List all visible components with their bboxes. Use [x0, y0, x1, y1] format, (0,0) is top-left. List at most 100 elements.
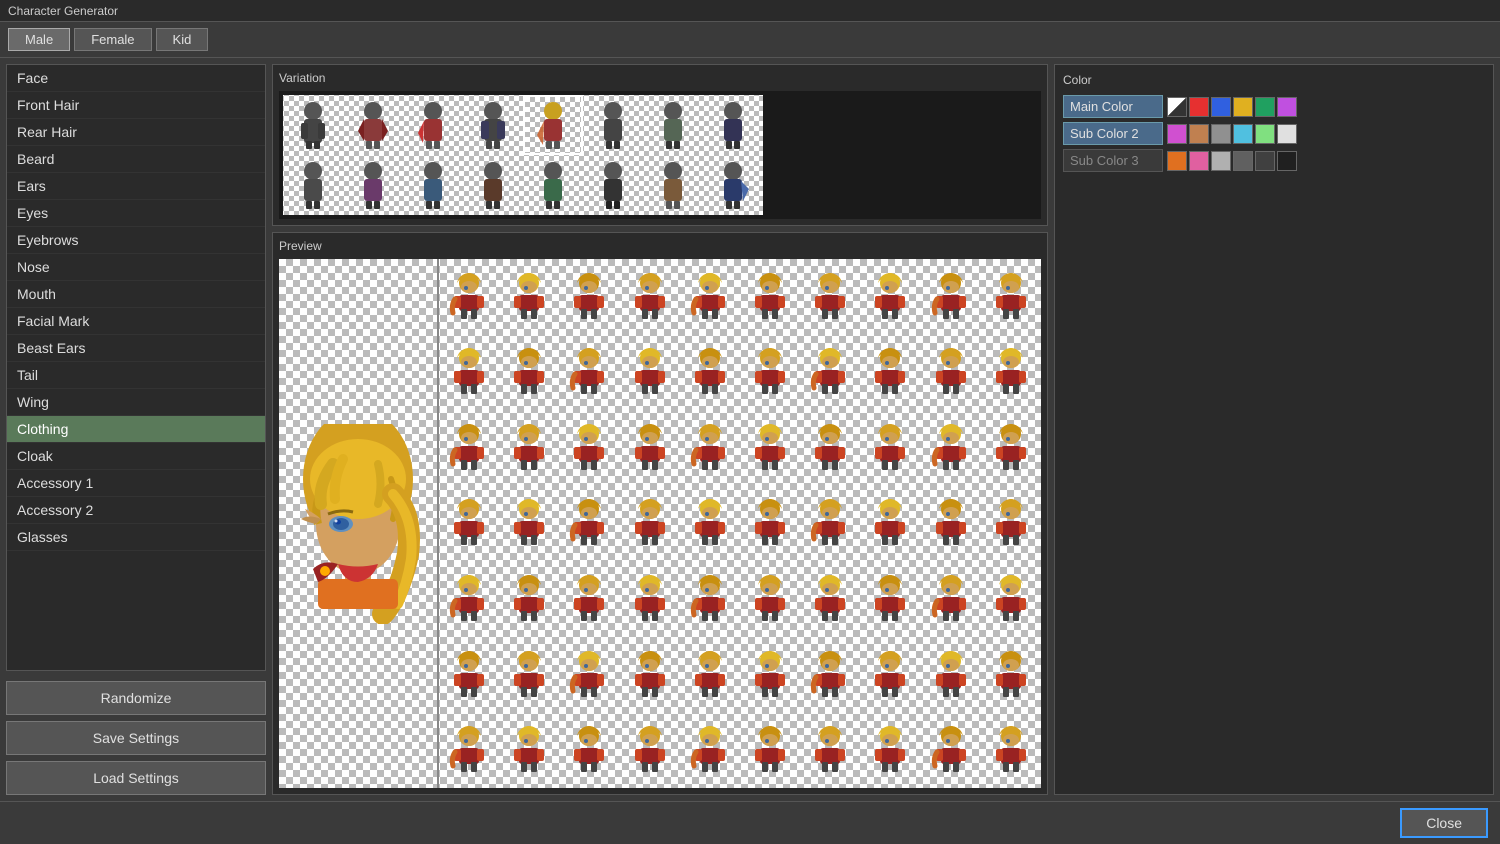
sub-color-3-label[interactable]: Sub Color 3: [1063, 149, 1163, 172]
preview-sprite-cell: [499, 637, 559, 713]
swatch-red[interactable]: [1189, 97, 1209, 117]
variation-cell[interactable]: [463, 95, 523, 155]
preview-sprite-cell: [620, 410, 680, 486]
sidebar-item-accessory2[interactable]: Accessory 2: [7, 497, 265, 524]
variation-cell[interactable]: [403, 95, 463, 155]
tab-female[interactable]: Female: [74, 28, 151, 51]
preview-sprite-cell: [800, 712, 860, 788]
variation-row-1: [283, 95, 1037, 155]
preview-sprite-cell: [740, 335, 800, 411]
variation-cell[interactable]: [463, 155, 523, 215]
variation-cell[interactable]: [643, 95, 703, 155]
variation-cell[interactable]: [643, 155, 703, 215]
preview-sprite-cell: [559, 335, 619, 411]
variation-cell[interactable]: [703, 155, 763, 215]
swatch-diagonal[interactable]: [1167, 97, 1187, 117]
swatch-blue[interactable]: [1211, 97, 1231, 117]
variation-cell[interactable]: [523, 155, 583, 215]
sidebar-item-eyes[interactable]: Eyes: [7, 200, 265, 227]
preview-sprite-cell: [740, 410, 800, 486]
swatch-green[interactable]: [1255, 97, 1275, 117]
sidebar: Face Front Hair Rear Hair Beard Ears Eye…: [6, 64, 266, 795]
preview-sprite-cell: [499, 561, 559, 637]
load-settings-button[interactable]: Load Settings: [6, 761, 266, 795]
variation-cell[interactable]: [583, 95, 643, 155]
close-button[interactable]: Close: [1400, 808, 1488, 838]
sidebar-item-front-hair[interactable]: Front Hair: [7, 92, 265, 119]
title-bar: Character Generator: [0, 0, 1500, 22]
swatch-silver[interactable]: [1211, 151, 1231, 171]
sidebar-buttons: Randomize Save Settings Load Settings: [6, 681, 266, 795]
color-panel: Color Main Color Sub Color 2: [1054, 64, 1494, 795]
tab-kid[interactable]: Kid: [156, 28, 209, 51]
save-settings-button[interactable]: Save Settings: [6, 721, 266, 755]
preview-sprite-cell: [559, 712, 619, 788]
tab-male[interactable]: Male: [8, 28, 70, 51]
swatch-darker-gray[interactable]: [1255, 151, 1275, 171]
variation-cell[interactable]: [283, 95, 343, 155]
sidebar-item-accessory1[interactable]: Accessory 1: [7, 470, 265, 497]
preview-sprite-cell: [439, 637, 499, 713]
variation-panel: Variation: [272, 64, 1048, 226]
swatch-dark-gray[interactable]: [1233, 151, 1253, 171]
tab-bar: Male Female Kid: [0, 22, 1500, 58]
sidebar-item-eyebrows[interactable]: Eyebrows: [7, 227, 265, 254]
sidebar-item-nose[interactable]: Nose: [7, 254, 265, 281]
randomize-button[interactable]: Randomize: [6, 681, 266, 715]
preview-sprite-cell: [680, 335, 740, 411]
variation-row-2: [283, 155, 1037, 215]
preview-sprite-grid: // Inline generation of sprite cells con…: [439, 259, 1041, 788]
preview-sprite-cell: [921, 561, 981, 637]
variation-cell[interactable]: [703, 95, 763, 155]
sidebar-item-beard[interactable]: Beard: [7, 146, 265, 173]
variation-cell-selected[interactable]: [523, 95, 583, 155]
category-list: Face Front Hair Rear Hair Beard Ears Eye…: [6, 64, 266, 671]
swatch-orange[interactable]: [1167, 151, 1187, 171]
swatch-light-green[interactable]: [1255, 124, 1275, 144]
variation-cell[interactable]: [343, 95, 403, 155]
variation-cell[interactable]: [343, 155, 403, 215]
preview-sprite-cell: [680, 259, 740, 335]
preview-sprite-cell: [981, 335, 1041, 411]
main-color-label[interactable]: Main Color: [1063, 95, 1163, 118]
preview-sprite-cell: [499, 410, 559, 486]
preview-panel: Preview: [272, 232, 1048, 795]
sidebar-item-cloak[interactable]: Cloak: [7, 443, 265, 470]
swatch-cyan[interactable]: [1233, 124, 1253, 144]
sidebar-item-rear-hair[interactable]: Rear Hair: [7, 119, 265, 146]
sidebar-item-wing[interactable]: Wing: [7, 389, 265, 416]
swatch-darkest[interactable]: [1277, 151, 1297, 171]
sidebar-item-beast-ears[interactable]: Beast Ears: [7, 335, 265, 362]
preview-sprite-cell: [981, 637, 1041, 713]
preview-sprite-cell: [680, 637, 740, 713]
preview-sprite-cell: [620, 712, 680, 788]
sidebar-item-facial-mark[interactable]: Facial Mark: [7, 308, 265, 335]
preview-sprite-cell: [439, 712, 499, 788]
preview-sprite-cell: [981, 712, 1041, 788]
preview-sprite-cell: [559, 410, 619, 486]
preview-sprite-cell: [439, 486, 499, 562]
sidebar-item-glasses[interactable]: Glasses: [7, 524, 265, 551]
sidebar-item-ears[interactable]: Ears: [7, 173, 265, 200]
swatch-yellow[interactable]: [1233, 97, 1253, 117]
content-area: Face Front Hair Rear Hair Beard Ears Eye…: [0, 58, 1500, 801]
variation-cell[interactable]: [283, 155, 343, 215]
sidebar-item-tail[interactable]: Tail: [7, 362, 265, 389]
swatch-purple[interactable]: [1277, 97, 1297, 117]
preview-sprite-cell: [680, 712, 740, 788]
swatch-gray[interactable]: [1211, 124, 1231, 144]
swatch-pink[interactable]: [1189, 151, 1209, 171]
variation-title: Variation: [279, 71, 1041, 85]
swatch-white[interactable]: [1277, 124, 1297, 144]
sidebar-item-mouth[interactable]: Mouth: [7, 281, 265, 308]
sidebar-item-clothing[interactable]: Clothing: [7, 416, 265, 443]
sub-color-2-label[interactable]: Sub Color 2: [1063, 122, 1163, 145]
preview-sprite-cell: [800, 335, 860, 411]
variation-cell[interactable]: [583, 155, 643, 215]
swatch-tan[interactable]: [1189, 124, 1209, 144]
sidebar-item-face[interactable]: Face: [7, 65, 265, 92]
swatch-magenta[interactable]: [1167, 124, 1187, 144]
preview-sprite-cell: [740, 259, 800, 335]
preview-sprite-cell: [981, 410, 1041, 486]
variation-cell[interactable]: [403, 155, 463, 215]
